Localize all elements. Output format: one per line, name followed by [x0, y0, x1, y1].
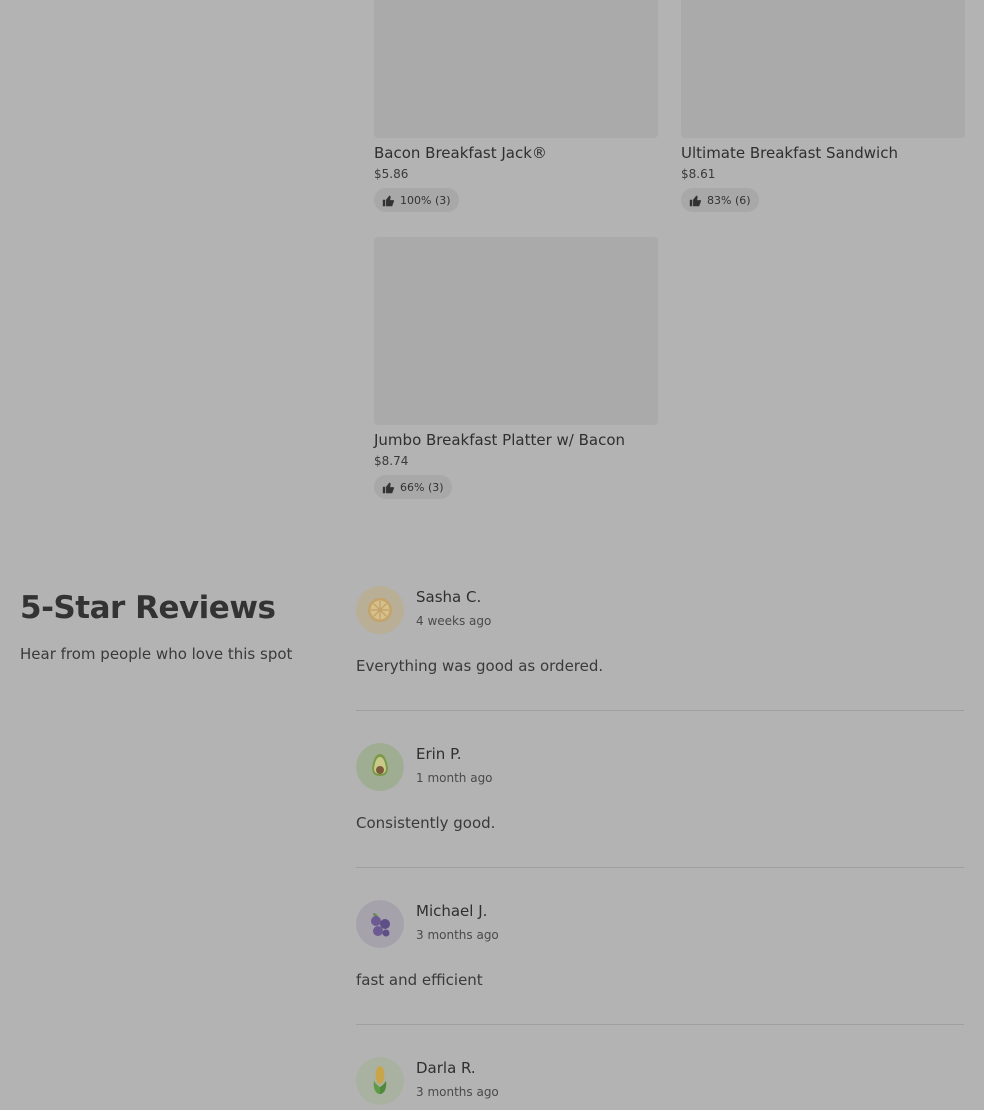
review-text: Everything was good as ordered.	[356, 657, 604, 675]
menu-item-price: $8.61	[681, 167, 716, 181]
review-card: Michael J. 3 months ago fast and efficie…	[356, 900, 964, 1026]
review-card: Erin P. 1 month ago Consistently good.	[356, 743, 964, 869]
review-author: Darla R.	[416, 1059, 476, 1077]
review-time: 1 month ago	[416, 771, 493, 785]
menu-item-image[interactable]	[374, 237, 658, 425]
menu-item-price: $8.74	[374, 454, 409, 468]
menu-item-price: $5.86	[374, 167, 409, 181]
avatar	[356, 743, 404, 791]
menu-item-rating: 83% (6)	[681, 188, 759, 212]
divider	[356, 710, 964, 711]
thumbs-up-icon	[382, 482, 395, 493]
review-time: 4 weeks ago	[416, 614, 492, 628]
menu-item-bacon-breakfast-jack[interactable]: Bacon Breakfast Jack® $5.86 100% (3)	[374, 0, 658, 212]
review-card: Sasha C. 4 weeks ago Everything was good…	[356, 586, 964, 712]
review-author: Sasha C.	[416, 588, 482, 606]
lemon-icon	[356, 586, 404, 634]
menu-item-name: Ultimate Breakfast Sandwich	[681, 144, 898, 162]
review-author: Erin P.	[416, 745, 462, 763]
review-author: Michael J.	[416, 902, 488, 920]
thumbs-up-icon	[689, 195, 702, 206]
corn-icon	[356, 1057, 404, 1105]
divider	[356, 867, 964, 868]
menu-item-image[interactable]	[374, 0, 658, 138]
review-time: 3 months ago	[416, 1085, 499, 1099]
menu-item-image[interactable]	[681, 0, 965, 138]
menu-item-jumbo-breakfast-platter[interactable]: Jumbo Breakfast Platter w/ Bacon $8.74 6…	[374, 237, 658, 499]
menu-item-rating: 66% (3)	[374, 475, 452, 499]
review-text: Consistently good.	[356, 814, 496, 832]
thumbs-up-icon	[382, 195, 395, 206]
menu-item-ultimate-breakfast-sandwich[interactable]: Ultimate Breakfast Sandwich $8.61 83% (6…	[681, 0, 965, 212]
store-page: Bacon Breakfast Jack® $5.86 100% (3) Ult…	[0, 0, 984, 1110]
reviews-section-title: 5-Star Reviews	[20, 590, 276, 626]
rating-text: 100% (3)	[400, 193, 451, 207]
rating-text: 83% (6)	[707, 193, 751, 207]
avatar	[356, 1057, 404, 1105]
avatar	[356, 900, 404, 948]
rating-text: 66% (3)	[400, 480, 444, 494]
review-card: Darla R. 3 months ago	[356, 1057, 964, 1110]
menu-item-name: Bacon Breakfast Jack®	[374, 144, 547, 162]
menu-item-name: Jumbo Breakfast Platter w/ Bacon	[374, 431, 626, 449]
menu-item-rating: 100% (3)	[374, 188, 459, 212]
avatar	[356, 586, 404, 634]
avocado-icon	[356, 743, 404, 791]
review-time: 3 months ago	[416, 928, 499, 942]
reviews-section-subtitle: Hear from people who love this spot	[20, 645, 293, 663]
blueberries-icon	[356, 900, 404, 948]
divider	[356, 1024, 964, 1025]
review-text: fast and efficient	[356, 971, 483, 989]
